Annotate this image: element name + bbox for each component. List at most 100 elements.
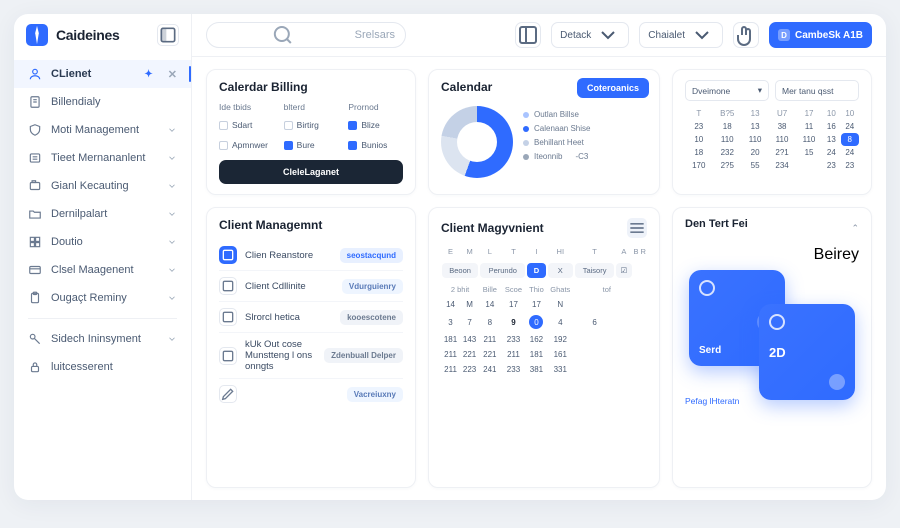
billing-cta-button[interactable]: CleleLaganet — [219, 160, 403, 184]
cal-cell[interactable]: 143 — [460, 332, 479, 347]
cal-cell[interactable]: 24 — [822, 146, 840, 159]
list-item[interactable]: Client CdlliniteVdurguienry — [219, 271, 403, 302]
cal-cell[interactable]: 162 — [526, 332, 546, 347]
range-select[interactable]: Mer tanu qsst — [775, 80, 859, 101]
cal-cell[interactable]: 8 — [479, 312, 500, 332]
cal-cell[interactable]: 14 — [441, 297, 460, 312]
cal-cell[interactable]: 13 — [742, 120, 768, 133]
cal-cell[interactable]: 110 — [796, 133, 822, 146]
cal-cell[interactable]: 110 — [742, 133, 768, 146]
cal-cell[interactable]: 381 — [526, 362, 546, 377]
collapse-sidebar-button[interactable] — [157, 24, 179, 46]
cal-cell[interactable]: N — [547, 297, 575, 312]
close-icon[interactable]: ✕ — [168, 68, 177, 81]
sidebar-item-sidech[interactable]: Sidech Ininsyment — [14, 325, 191, 353]
cal-cell[interactable]: 14 — [479, 297, 500, 312]
sidebar-item-luitc[interactable]: luitcesserent — [14, 353, 191, 381]
list-item[interactable]: Slrorcl heticakooescotene — [219, 302, 403, 333]
chaialet-dropdown[interactable]: Chaialet — [639, 22, 723, 48]
sidebar-item-ougact[interactable]: Ougaçt Reminy — [14, 284, 191, 312]
cal-cell[interactable]: 15 — [796, 146, 822, 159]
cal-cell[interactable]: 6 — [574, 312, 615, 332]
cal-cell[interactable]: 9 — [501, 312, 527, 332]
primary-action-button[interactable]: D CambeSk A1B — [769, 22, 872, 48]
tile-2d[interactable]: 2D — [759, 304, 855, 400]
chevron-up-icon[interactable]: ⌃ — [851, 223, 859, 234]
cal-cell[interactable]: 232 — [713, 146, 742, 159]
pill-button[interactable]: X — [548, 263, 574, 278]
cal-cell[interactable]: 221 — [479, 347, 500, 362]
cal-cell[interactable]: 7 — [460, 312, 479, 332]
pill-button[interactable]: D — [527, 263, 545, 278]
cal-cell[interactable]: 110 — [713, 133, 742, 146]
cal-cell[interactable]: 18 — [685, 146, 713, 159]
cal-cell[interactable]: 211 — [479, 332, 500, 347]
cal-cell[interactable]: 161 — [547, 347, 575, 362]
cal-cell[interactable]: 211 — [441, 347, 460, 362]
cal-cell[interactable]: 24 — [841, 146, 859, 159]
cal-cell[interactable]: 23 — [822, 159, 840, 172]
tiles-chip[interactable]: Beirey — [814, 246, 859, 264]
sidebar-item-clsel[interactable]: Clsel Maagenent — [14, 256, 191, 284]
cal-cell[interactable]: 0 — [526, 312, 546, 332]
notify-button[interactable] — [733, 22, 759, 48]
cal-cell[interactable]: 2?1 — [768, 146, 796, 159]
cal-cell[interactable]: 4 — [547, 312, 575, 332]
cal-cell[interactable]: 38 — [768, 120, 796, 133]
cal-cell[interactable]: 8 — [841, 133, 859, 146]
cal-cell[interactable]: M — [460, 297, 479, 312]
cal-cell[interactable]: 331 — [547, 362, 575, 377]
search-icon — [217, 23, 349, 47]
cal-cell[interactable]: 2?5 — [713, 159, 742, 172]
cal-cell[interactable]: 11 — [796, 120, 822, 133]
layout-button[interactable] — [515, 22, 541, 48]
cal-cell[interactable]: 110 — [768, 133, 796, 146]
sidebar-item-doutio[interactable]: Doutio — [14, 228, 191, 256]
cal-cell[interactable]: 211 — [441, 362, 460, 377]
sidebar-item-tieet[interactable]: Tieet Mernananlent — [14, 144, 191, 172]
cal-cell[interactable]: 17 — [526, 297, 546, 312]
sidebar-item-gianl[interactable]: Gianl Kecauting — [14, 172, 191, 200]
list-item[interactable]: kUk Out cose Munstteng l ons onngtsZdenb… — [219, 333, 403, 379]
cal-cell[interactable]: 18 — [713, 120, 742, 133]
shield-icon — [28, 123, 42, 137]
sidebar-item-billendialy[interactable]: Billendialy — [14, 88, 191, 116]
list-item[interactable]: Vacreiuxny — [219, 379, 403, 409]
cal-cell[interactable]: 181 — [441, 332, 460, 347]
cal-cell[interactable] — [796, 159, 822, 172]
sidebar-item-dernilpalart[interactable]: Dernilpalart — [14, 200, 191, 228]
sidebar-item-moti[interactable]: Moti Management — [14, 116, 191, 144]
pill-button[interactable]: Beoon — [442, 263, 478, 278]
cal-cell[interactable]: 17 — [501, 297, 527, 312]
sidebar-item-client[interactable]: CLienet ✦ ✕ — [14, 60, 191, 88]
cal-cell[interactable]: 10 — [685, 133, 713, 146]
cal-head: A — [615, 244, 633, 259]
cal-cell[interactable]: 223 — [460, 362, 479, 377]
cal-cell[interactable]: 13 — [822, 133, 840, 146]
list-item[interactable]: Clien Reanstoreseostacqund — [219, 240, 403, 271]
cal-cell[interactable]: 23 — [685, 120, 713, 133]
cal-cell[interactable]: 211 — [501, 347, 527, 362]
cal-cell[interactable]: 20 — [742, 146, 768, 159]
cal-cell[interactable]: 55 — [742, 159, 768, 172]
cal-cell[interactable]: 16 — [822, 120, 840, 133]
pill-button[interactable]: Taisory — [575, 263, 614, 278]
cal-cell[interactable]: 23 — [841, 159, 859, 172]
detack-dropdown[interactable]: Detack — [551, 22, 629, 48]
search-input[interactable]: Srelsars — [206, 22, 406, 48]
donut-top-button[interactable]: Coteroanics — [577, 78, 649, 98]
month-select[interactable]: Dveimone▾ — [685, 80, 769, 101]
calendar-menu-button[interactable] — [627, 218, 647, 238]
cal-cell[interactable]: 3 — [441, 312, 460, 332]
cal-cell[interactable]: 192 — [547, 332, 575, 347]
cal-cell[interactable]: 24 — [841, 120, 859, 133]
cal-cell[interactable]: 181 — [526, 347, 546, 362]
cal-cell[interactable]: 233 — [501, 362, 527, 377]
cal-cell[interactable]: 234 — [768, 159, 796, 172]
cal-cell[interactable]: 241 — [479, 362, 500, 377]
cal-cell[interactable]: 170 — [685, 159, 713, 172]
cal-cell[interactable]: 233 — [501, 332, 527, 347]
pill-button[interactable]: ☑ — [616, 263, 632, 278]
pill-button[interactable]: Perundo — [480, 263, 525, 278]
cal-cell[interactable]: 221 — [460, 347, 479, 362]
